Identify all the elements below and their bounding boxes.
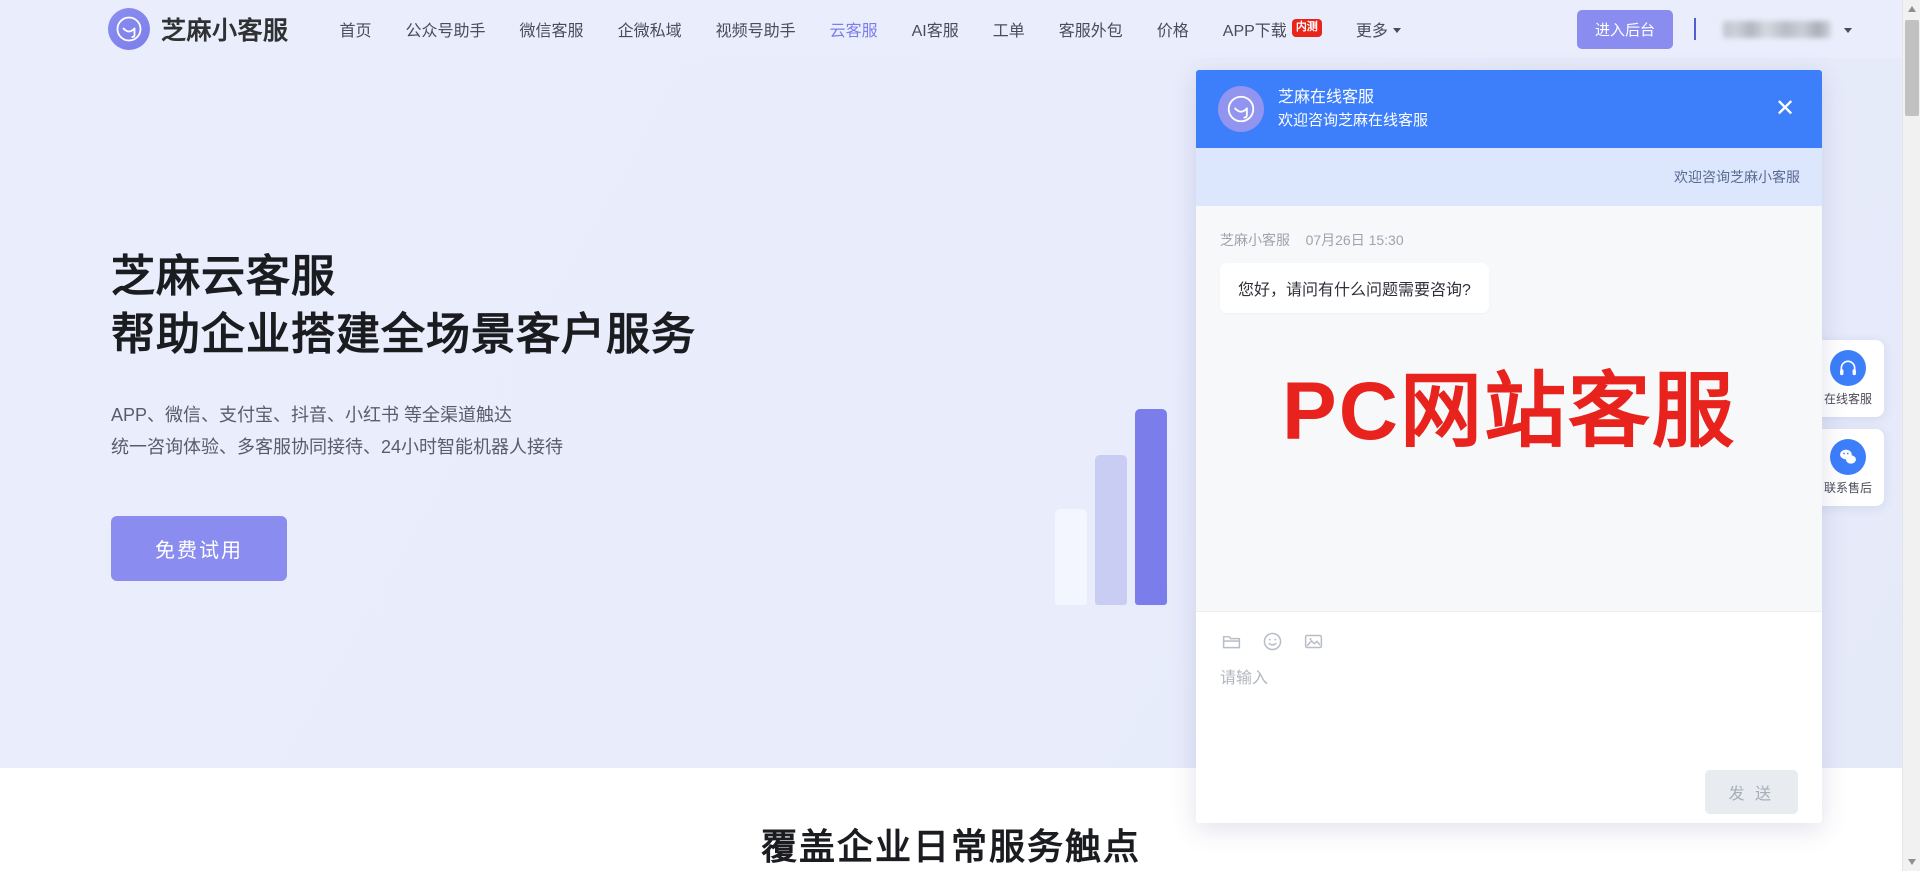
nav-item-ticket[interactable]: 工单 bbox=[976, 0, 1042, 58]
illustration-bar-2 bbox=[1095, 455, 1127, 605]
page-root: 芝麻小客服 首页 公众号助手 微信客服 企微私域 视频号助手 云客服 AI客服 … bbox=[0, 0, 1902, 871]
hero-title-line-2: 帮助企业搭建全场景客户服务 bbox=[111, 310, 696, 360]
emoji-icon[interactable] bbox=[1261, 630, 1283, 652]
send-button[interactable]: 发 送 bbox=[1704, 770, 1798, 814]
nav-item-cloud-service[interactable]: 云客服 bbox=[813, 0, 895, 58]
chat-input[interactable] bbox=[1196, 654, 1822, 761]
hero-subtitle: APP、微信、支付宝、抖音、小红书 等全渠道触达 统一咨询体验、多客服协同接待、… bbox=[111, 399, 696, 463]
message-meta: 芝麻小客服 07月26日 15:30 bbox=[1220, 230, 1798, 250]
scrollbar-up-arrow-icon[interactable] bbox=[1903, 0, 1920, 18]
chat-input-area: 发 送 bbox=[1196, 611, 1822, 823]
message-sender: 芝麻小客服 bbox=[1220, 232, 1290, 248]
nav-item-outsourcing[interactable]: 客服外包 bbox=[1042, 0, 1140, 58]
chat-title: 芝麻在线客服 bbox=[1278, 88, 1375, 106]
user-menu[interactable] bbox=[1715, 20, 1852, 38]
floating-button-label: 联系售后 bbox=[1823, 481, 1872, 495]
nav-links: 首页 公众号助手 微信客服 企微私域 视频号助手 云客服 AI客服 工单 客服外… bbox=[323, 0, 1418, 58]
illustration-bar-3 bbox=[1135, 409, 1167, 605]
floating-button-label: 在线客服 bbox=[1823, 392, 1872, 406]
chat-message-list[interactable]: 芝麻小客服 07月26日 15:30 您好，请问有什么问题需要咨询? PC网站客… bbox=[1196, 206, 1822, 611]
watermark-label: PC网站客服 bbox=[1282, 366, 1736, 457]
nav-label: 云客服 bbox=[829, 23, 878, 40]
headset-icon bbox=[1830, 350, 1866, 386]
hero-bar-illustration bbox=[1055, 405, 1175, 605]
nav-item-ai-service[interactable]: AI客服 bbox=[895, 0, 976, 58]
chevron-down-icon bbox=[1392, 27, 1401, 33]
scrollbar-thumb[interactable] bbox=[1905, 20, 1919, 116]
brand-logo-link[interactable]: 芝麻小客服 bbox=[108, 8, 289, 50]
beta-badge: 内测 bbox=[1291, 19, 1322, 37]
user-name-blurred bbox=[1723, 20, 1831, 38]
navbar-right: 进入后台 bbox=[1576, 9, 1852, 49]
nav-label: 工单 bbox=[992, 23, 1025, 40]
nav-item-home[interactable]: 首页 bbox=[323, 0, 389, 58]
chat-subtitle: 欢迎咨询芝麻在线客服 bbox=[1278, 111, 1429, 129]
nav-label: 更多 bbox=[1355, 23, 1388, 40]
nav-item-wechat-service[interactable]: 微信客服 bbox=[503, 0, 601, 58]
folder-icon[interactable] bbox=[1220, 630, 1242, 652]
brand-name: 芝麻小客服 bbox=[161, 17, 289, 45]
wechat-icon bbox=[1830, 439, 1866, 475]
section-title: 覆盖企业日常服务触点 bbox=[760, 826, 1141, 867]
smiley-circle-logo-icon bbox=[108, 8, 150, 50]
nav-item-pricing[interactable]: 价格 bbox=[1140, 0, 1206, 58]
image-icon[interactable] bbox=[1302, 630, 1324, 652]
chat-notice-text: 欢迎咨询芝麻小客服 bbox=[1674, 169, 1800, 185]
nav-label: 客服外包 bbox=[1058, 23, 1123, 40]
chat-notice-bar: 欢迎咨询芝麻小客服 bbox=[1196, 148, 1822, 206]
message-time: 07月26日 15:30 bbox=[1305, 232, 1404, 248]
chat-toolbar bbox=[1196, 612, 1822, 654]
nav-label: 企微私域 bbox=[617, 23, 682, 40]
chat-widget: 芝麻在线客服 欢迎咨询芝麻在线客服 ✕ 欢迎咨询芝麻小客服 芝麻小客服 07月2… bbox=[1196, 70, 1822, 823]
hero-content: 芝麻云客服 帮助企业搭建全场景客户服务 APP、微信、支付宝、抖音、小红书 等全… bbox=[111, 248, 696, 582]
hero-subtitle-line-1: APP、微信、支付宝、抖音、小红书 等全渠道触达 bbox=[111, 405, 513, 426]
illustration-bar-1 bbox=[1055, 509, 1087, 605]
free-trial-button[interactable]: 免费试用 bbox=[111, 516, 287, 582]
nav-label: 首页 bbox=[339, 23, 372, 40]
navbar: 芝麻小客服 首页 公众号助手 微信客服 企微私域 视频号助手 云客服 AI客服 … bbox=[0, 0, 1902, 58]
enter-console-button[interactable]: 进入后台 bbox=[1576, 9, 1673, 49]
nav-label: 公众号助手 bbox=[405, 23, 486, 40]
nav-label: AI客服 bbox=[911, 23, 959, 40]
chat-message: 芝麻小客服 07月26日 15:30 您好，请问有什么问题需要咨询? bbox=[1220, 230, 1798, 313]
hero-subtitle-line-2: 统一咨询体验、多客服协同接待、24小时智能机器人接待 bbox=[111, 437, 564, 458]
nav-item-video-account[interactable]: 视频号助手 bbox=[699, 0, 813, 58]
floating-action-bar: 在线客服 联系售后 bbox=[1812, 340, 1884, 518]
nav-label: 价格 bbox=[1156, 23, 1189, 40]
nav-item-official-account[interactable]: 公众号助手 bbox=[389, 0, 503, 58]
nav-item-app-download[interactable]: APP下载 内测 bbox=[1206, 0, 1339, 58]
message-bubble: 您好，请问有什么问题需要咨询? bbox=[1220, 263, 1489, 313]
chat-send-row: 发 送 bbox=[1196, 761, 1822, 823]
close-icon[interactable]: ✕ bbox=[1772, 96, 1798, 122]
floating-after-sales-button[interactable]: 联系售后 bbox=[1812, 429, 1884, 506]
chat-header-titles: 芝麻在线客服 欢迎咨询芝麻在线客服 bbox=[1278, 87, 1428, 131]
nav-label: APP下载 bbox=[1222, 23, 1287, 40]
floating-online-service-button[interactable]: 在线客服 bbox=[1812, 340, 1884, 417]
chat-header: 芝麻在线客服 欢迎咨询芝麻在线客服 ✕ bbox=[1196, 70, 1822, 148]
nav-label: 视频号助手 bbox=[715, 23, 796, 40]
hero-title-line-1: 芝麻云客服 bbox=[111, 252, 336, 301]
nav-item-enterprise-wechat[interactable]: 企微私域 bbox=[601, 0, 699, 58]
nav-item-more[interactable]: 更多 bbox=[1339, 0, 1418, 58]
navbar-divider bbox=[1694, 18, 1696, 40]
chevron-down-icon bbox=[1844, 27, 1852, 33]
smiley-circle-avatar-icon bbox=[1218, 86, 1264, 132]
page-scrollbar[interactable] bbox=[1902, 0, 1920, 871]
scrollbar-down-arrow-icon[interactable] bbox=[1903, 853, 1920, 871]
nav-label: 微信客服 bbox=[519, 23, 584, 40]
